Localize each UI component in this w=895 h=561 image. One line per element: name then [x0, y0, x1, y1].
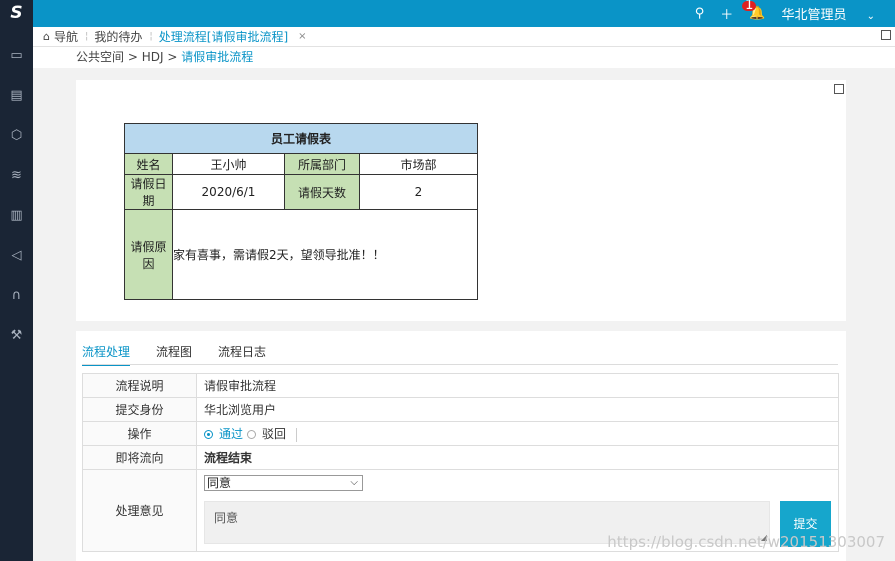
flow-tabs: 流程处理 流程图 流程日志 — [82, 343, 292, 366]
action-options: 通过 驳回 — [196, 421, 839, 446]
days-label: 请假天数 — [284, 174, 360, 210]
opinion-label: 处理意见 — [82, 469, 197, 552]
tab-bar: ⌂ 导航 ¦ 我的待办 ¦ 处理流程[请假审批流程] × — [33, 27, 895, 47]
tab-process-label: 处理流程[请假审批流程] — [158, 30, 289, 44]
divider — [296, 427, 298, 442]
database-icon[interactable]: ▤ — [8, 87, 25, 104]
desc-label: 流程说明 — [82, 373, 197, 398]
search-icon[interactable]: ⚲ — [695, 6, 705, 21]
notification-badge: 1 — [742, 0, 757, 12]
home-icon: ⌂ — [43, 30, 50, 43]
reject-label[interactable]: 驳回 — [262, 427, 286, 441]
dept-label: 所属部门 — [284, 153, 360, 175]
monitor-icon[interactable]: ▭ — [8, 47, 25, 64]
send-icon[interactable]: ◁ — [8, 247, 25, 264]
cube-icon[interactable]: ⬡ — [8, 127, 25, 144]
identity-value: 华北浏览用户 — [196, 397, 839, 422]
form-title: 员工请假表 — [124, 123, 478, 154]
top-bar: S ⚲ ＋ 🔔 1 华北管理员 ⌄ — [0, 0, 895, 27]
dept-value: 市场部 — [359, 153, 478, 175]
leave-form-card: 员工请假表 姓名 王小帅 所属部门 市场部 请假日期 2020/6/1 请假天数… — [76, 80, 846, 321]
breadcrumb-current: 请假审批流程 — [181, 50, 254, 64]
user-name: 华北管理员 — [781, 8, 847, 23]
radio-reject[interactable] — [247, 430, 257, 439]
tab-home[interactable]: ⌂ 导航 — [33, 28, 87, 45]
breadcrumb-separator: > — [163, 50, 178, 64]
reason-label: 请假原因 — [124, 209, 173, 300]
date-label: 请假日期 — [124, 174, 173, 210]
opinion-text: 同意 — [214, 511, 239, 525]
pass-label[interactable]: 通过 — [219, 427, 243, 441]
watermark: https://blog.csdn.net/w20151303007 — [607, 533, 885, 551]
bar-chart-icon[interactable]: ▥ — [8, 207, 25, 224]
tab-todo-label: 我的待办 — [94, 30, 143, 44]
desc-value: 请假审批流程 — [196, 373, 839, 398]
opinion-select[interactable]: 同意 ⌵ — [204, 475, 363, 491]
opinion-select-value: 同意 — [207, 476, 232, 490]
tab-home-label: 导航 — [53, 30, 78, 44]
name-label: 姓名 — [124, 153, 173, 175]
tab-separator: ¦ — [85, 31, 89, 42]
days-value: 2 — [359, 174, 478, 210]
chevron-down-icon: ⌄ — [866, 11, 875, 22]
flow-table: 流程说明 请假审批流程 提交身份 华北浏览用户 操作 通过 驳回 即将流向 流程结… — [82, 373, 839, 552]
breadcrumb-separator: > — [124, 50, 138, 64]
tab-flow-process[interactable]: 流程处理 — [82, 343, 131, 366]
close-icon[interactable]: × — [298, 31, 306, 42]
tab-flow-log[interactable]: 流程日志 — [218, 343, 266, 366]
breadcrumb-item[interactable]: HDJ — [142, 50, 164, 64]
leave-form-table: 员工请假表 姓名 王小帅 所属部门 市场部 请假日期 2020/6/1 请假天数… — [124, 123, 478, 300]
sidebar: ▭ ▤ ⬡ ≋ ▥ ◁ ∩ ⚒ — [0, 27, 33, 561]
action-label: 操作 — [82, 421, 197, 446]
logo[interactable]: S — [0, 0, 33, 27]
reason-value: 家有喜事，需请假2天，望领导批准！！ — [172, 209, 478, 300]
maximize-icon[interactable] — [881, 30, 891, 40]
identity-label: 提交身份 — [82, 397, 197, 422]
checkbox-icon[interactable] — [834, 84, 844, 94]
breadcrumb-item[interactable]: 公共空间 — [76, 50, 124, 64]
next-label: 即将流向 — [82, 445, 197, 470]
bell-icon[interactable]: 🔔 1 — [742, 0, 765, 21]
tab-divider — [82, 364, 838, 365]
name-value: 王小帅 — [172, 153, 285, 175]
layers-icon[interactable]: ≋ — [8, 167, 25, 184]
flow-card: 流程处理 流程图 流程日志 流程说明 请假审批流程 提交身份 华北浏览用户 操作… — [76, 331, 846, 561]
tab-process[interactable]: 处理流程[请假审批流程] × — [159, 28, 316, 45]
chevron-down-icon: ⌵ — [350, 477, 358, 488]
tools-icon[interactable]: ⚒ — [8, 327, 25, 344]
user-menu[interactable]: 华北管理员 ⌄ — [781, 4, 891, 23]
tab-flow-chart[interactable]: 流程图 — [156, 343, 192, 366]
tab-separator: ¦ — [149, 31, 153, 42]
plus-icon[interactable]: ＋ — [720, 4, 733, 23]
breadcrumb: 公共空间 > HDJ > 请假审批流程 — [33, 47, 895, 68]
date-value: 2020/6/1 — [172, 174, 285, 210]
headset-icon[interactable]: ∩ — [8, 287, 25, 304]
top-actions: ⚲ ＋ 🔔 1 华北管理员 ⌄ — [695, 0, 895, 27]
next-value: 流程结束 — [196, 445, 839, 470]
tab-todo[interactable]: 我的待办 — [94, 28, 151, 45]
radio-pass[interactable] — [204, 430, 213, 439]
